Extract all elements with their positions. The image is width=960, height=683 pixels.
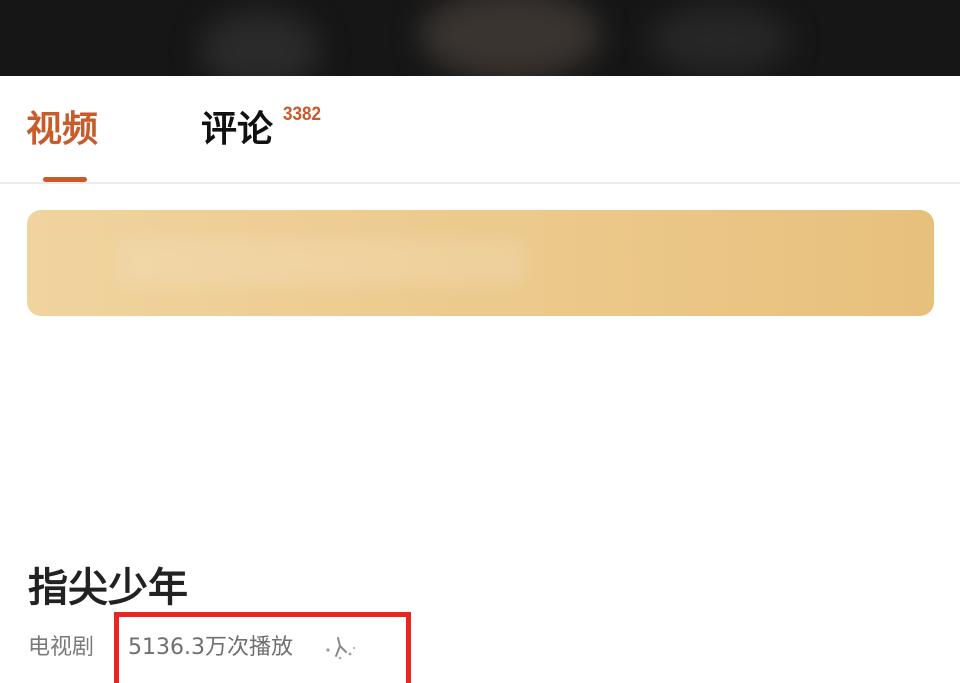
banner-highlight <box>117 238 527 286</box>
comment-count-badge: 3382 <box>283 104 322 125</box>
tab-bar: 视频 评论 <box>0 76 960 184</box>
video-detail-page: 视频 评论 3382 指尖少年 电视剧 5136.3万次播放 <box>0 0 960 683</box>
promo-banner[interactable] <box>27 210 934 316</box>
play-count: 5136.3万次播放 <box>128 635 293 660</box>
show-category: 电视剧 <box>28 635 95 660</box>
sparkle-icon <box>326 637 356 660</box>
show-title: 指尖少年 <box>28 565 188 611</box>
tab-video[interactable]: 视频 <box>26 104 98 156</box>
tab-comments[interactable]: 评论 <box>201 104 273 156</box>
video-player-area[interactable] <box>0 0 960 76</box>
active-tab-indicator <box>43 177 87 182</box>
